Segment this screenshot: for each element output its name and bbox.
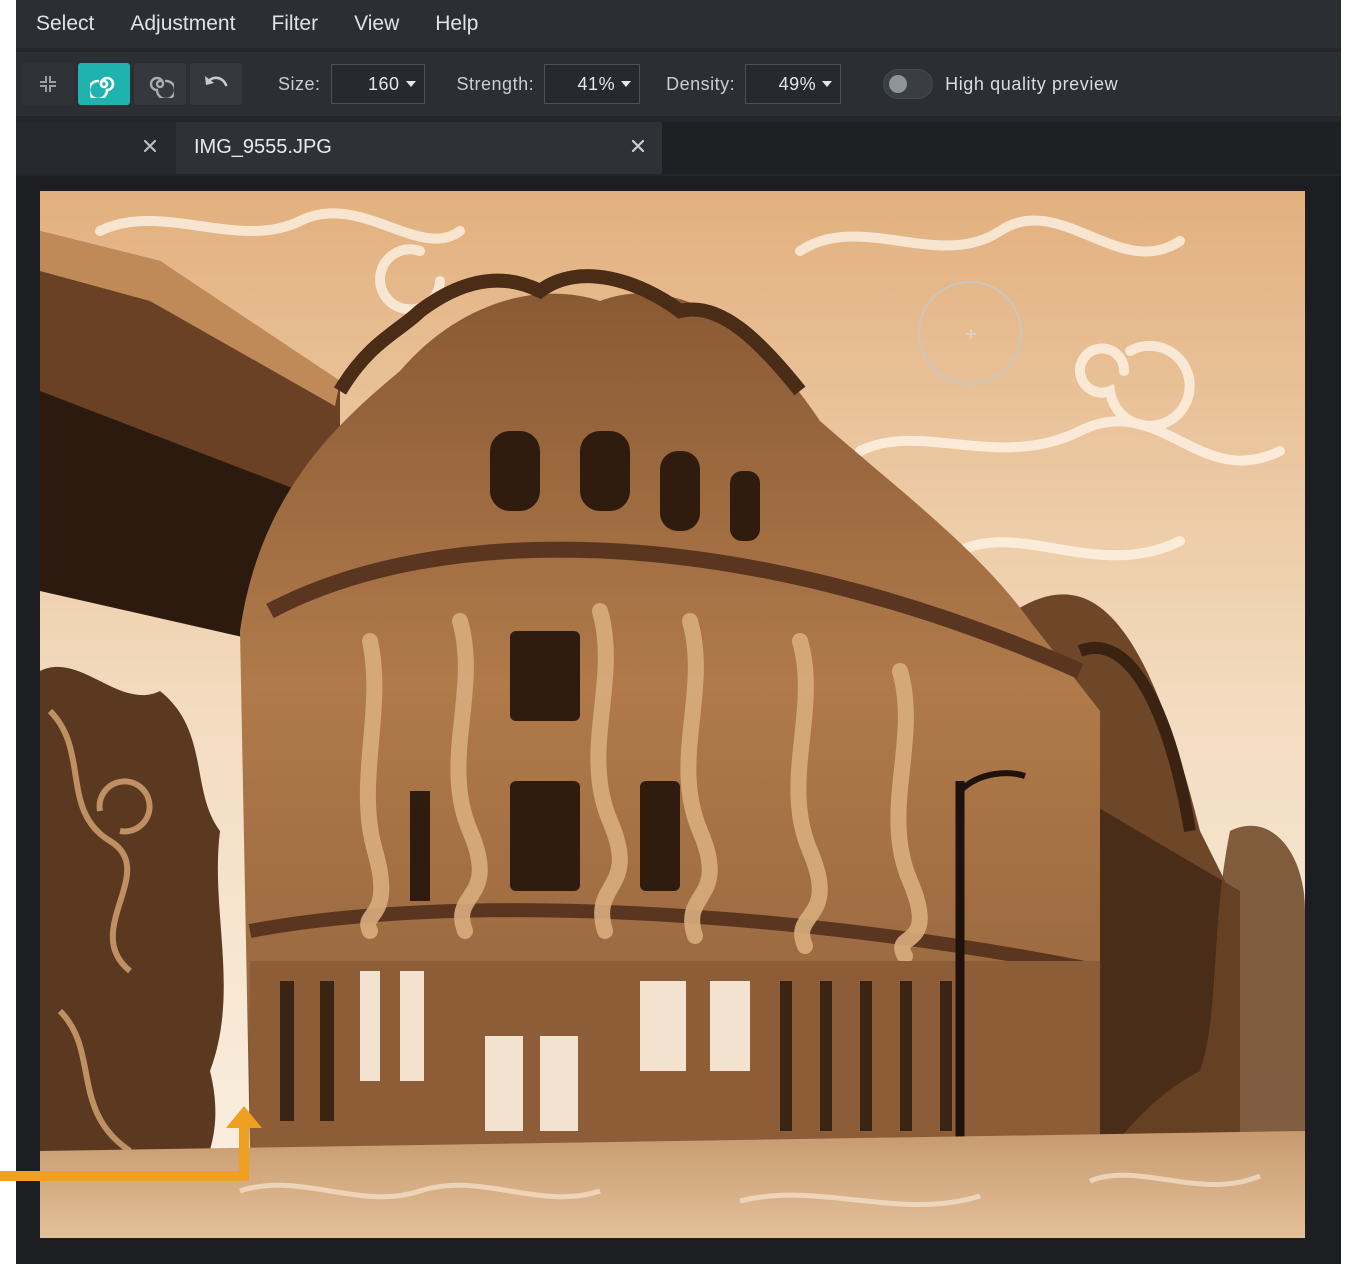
density-value: 49% [778, 73, 817, 94]
menu-view[interactable]: View [336, 0, 417, 48]
tab-img-9555[interactable]: IMG_9555.JPG [176, 122, 662, 174]
annotation-arrow [0, 1106, 262, 1181]
density-label: Density: [666, 73, 736, 94]
undo-icon [205, 76, 228, 87]
document-tab-bar: IMG_9555.JPG [16, 122, 1341, 174]
strength-value: 41% [577, 73, 616, 94]
chevron-down-icon [621, 81, 632, 87]
collapse-button[interactable] [22, 63, 74, 105]
brush-cursor [918, 281, 1022, 385]
close-icon[interactable] [628, 136, 648, 156]
high-quality-preview-toggle[interactable] [883, 69, 934, 99]
chevron-down-icon [405, 81, 416, 87]
distorted-building-photo [40, 191, 1305, 1238]
toggle-knob [889, 75, 908, 93]
canvas-area[interactable] [16, 176, 1341, 1264]
twirl-clockwise-button[interactable] [78, 63, 130, 105]
photo-editor-app: Select Adjustment Filter View Help Size:… [16, 0, 1341, 1264]
menu-help[interactable]: Help [417, 0, 496, 48]
twirl-counterclockwise-icon [149, 76, 174, 98]
menu-filter[interactable]: Filter [253, 0, 336, 48]
liquify-toolbar: Size: 160 Strength: 41% Density: 49% Hig… [16, 52, 1341, 116]
collapse-icon [38, 74, 58, 94]
density-dropdown[interactable]: 49% [745, 64, 842, 104]
menu-adjustment[interactable]: Adjustment [112, 0, 253, 48]
twirl-counterclockwise-button[interactable] [134, 63, 186, 105]
strength-dropdown[interactable]: 41% [544, 64, 641, 104]
crosshair-icon [966, 329, 976, 339]
tab-previous[interactable] [16, 122, 176, 174]
high-quality-preview-label: High quality preview [945, 73, 1119, 94]
strength-label: Strength: [456, 73, 535, 94]
menu-bar: Select Adjustment Filter View Help [16, 0, 1341, 48]
size-value: 160 [367, 73, 400, 94]
chevron-down-icon [822, 81, 833, 87]
menu-select[interactable]: Select [16, 0, 112, 48]
size-dropdown[interactable]: 160 [330, 64, 425, 104]
twirl-icon [90, 76, 115, 98]
close-icon[interactable] [140, 136, 160, 156]
image-canvas[interactable] [40, 191, 1305, 1238]
size-label: Size: [278, 73, 321, 94]
tab-title: IMG_9555.JPG [194, 136, 332, 158]
undo-button[interactable] [190, 63, 242, 105]
